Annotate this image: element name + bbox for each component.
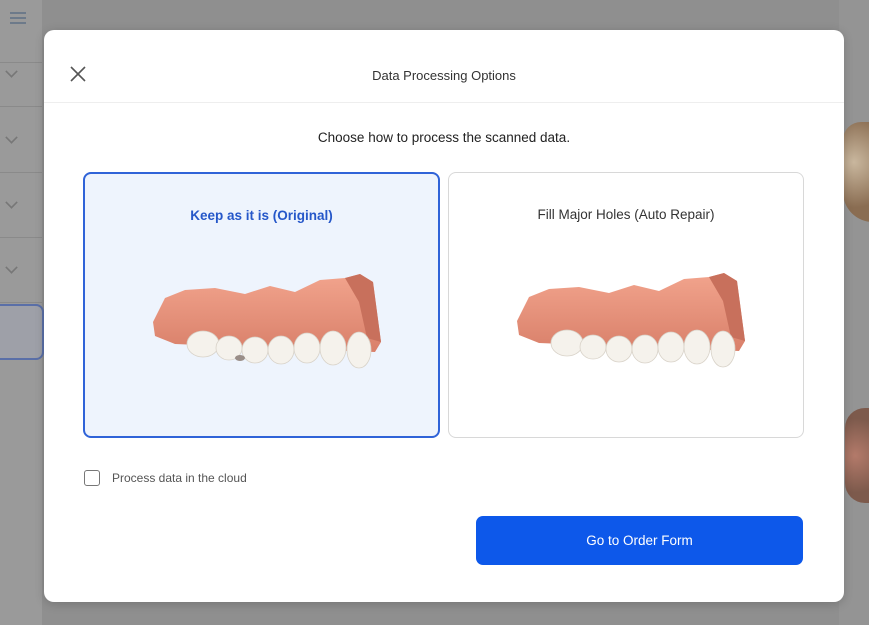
background-collapsible-row [0, 175, 42, 238]
option-keep-original[interactable]: Keep as it is (Original) [83, 172, 440, 438]
dental-scan-preview-image [517, 273, 745, 368]
option-label: Fill Major Holes (Auto Repair) [537, 207, 715, 222]
background-scan-thumbnail [845, 408, 869, 503]
button-label: Go to Order Form [586, 533, 693, 548]
background-selected-item [0, 304, 44, 360]
dialog-header: Data Processing Options [44, 30, 844, 103]
dialog-title: Data Processing Options [372, 68, 516, 83]
cloud-processing-checkbox[interactable] [84, 470, 100, 486]
background-collapsible-row [0, 44, 42, 107]
go-to-order-form-button[interactable]: Go to Order Form [476, 516, 803, 565]
menu-icon [10, 12, 26, 26]
dialog-subtitle: Choose how to process the scanned data. [317, 130, 571, 145]
chevron-down-icon [5, 196, 18, 209]
background-sidebar [0, 0, 44, 625]
option-fill-major-holes[interactable]: Fill Major Holes (Auto Repair) [448, 172, 804, 438]
option-label: Keep as it is (Original) [190, 208, 333, 223]
data-processing-dialog: Data Processing Options Choose how to pr… [44, 30, 844, 602]
background-collapsible-row [0, 240, 42, 303]
chevron-down-icon [5, 261, 18, 274]
background-collapsible-row [0, 110, 42, 173]
cloud-processing-label[interactable]: Process data in the cloud [112, 471, 247, 485]
chevron-down-icon [5, 131, 18, 144]
background-scan-thumbnail [843, 122, 869, 222]
dental-scan-preview-image [153, 274, 381, 369]
chevron-down-icon [5, 65, 18, 78]
